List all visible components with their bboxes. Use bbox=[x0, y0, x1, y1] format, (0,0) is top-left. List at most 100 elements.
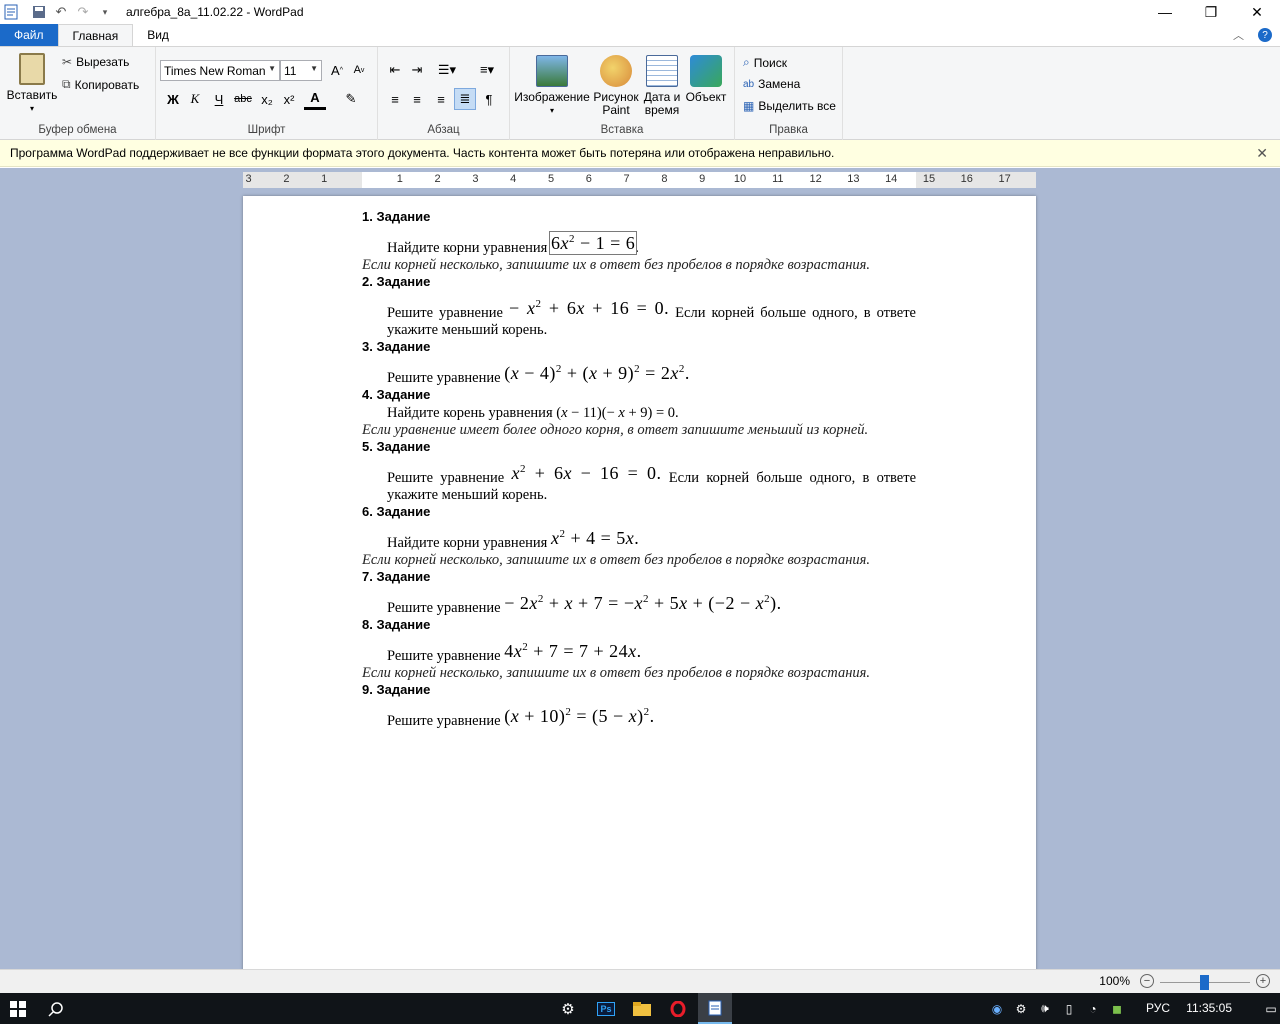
task-line: Найдите корень уравнения (x − 11)(− x + … bbox=[362, 405, 916, 422]
nvidia-tray-icon[interactable]: ◼ bbox=[1106, 993, 1128, 1024]
align-right-icon[interactable]: ≡ bbox=[430, 88, 452, 110]
settings-gear-icon[interactable]: ⚙ bbox=[552, 993, 584, 1024]
italic-button[interactable]: К bbox=[184, 88, 206, 110]
task-note: Если корней несколько, запишите их в отв… bbox=[362, 665, 871, 681]
zoom-slider[interactable]: − + bbox=[1140, 974, 1270, 990]
input-language[interactable]: РУС bbox=[1146, 1001, 1170, 1015]
decrease-indent-icon[interactable]: ⇤ bbox=[384, 59, 406, 81]
line-spacing-icon[interactable]: ≡▾ bbox=[470, 59, 504, 81]
font-family-select[interactable]: Times New Roman ▼ bbox=[160, 60, 280, 81]
insert-paint-button[interactable]: Рисунок Paint bbox=[592, 55, 640, 117]
bold-button[interactable]: Ж bbox=[162, 88, 184, 110]
insert-datetime-button[interactable]: Дата и время bbox=[640, 55, 684, 117]
bullets-icon[interactable]: ☰▾ bbox=[430, 59, 464, 81]
undo-icon[interactable]: ↶ bbox=[50, 1, 72, 23]
grow-font-icon[interactable]: A ^ bbox=[326, 59, 348, 81]
increase-indent-icon[interactable]: ⇥ bbox=[406, 59, 428, 81]
ruler-tick-label: 7 bbox=[623, 173, 630, 185]
clipboard-group-label: Буфер обмена bbox=[38, 124, 117, 136]
wordpad-taskbar-icon[interactable] bbox=[698, 993, 732, 1024]
battery-icon[interactable]: ▯ bbox=[1058, 993, 1080, 1024]
shrink-font-icon[interactable]: Av bbox=[348, 59, 370, 81]
close-icon[interactable]: ✕ bbox=[1234, 0, 1280, 24]
zoom-out-icon[interactable]: − bbox=[1140, 974, 1154, 988]
taskbar: ⚙ Ps ◉ ⚙ 🕪 ▯ ◔ ◼ РУС 11:35:05 ▭ bbox=[0, 993, 1280, 1024]
font-color-button[interactable]: A bbox=[304, 88, 326, 110]
font-size-value: 11 bbox=[284, 63, 297, 78]
paragraph-group-label: Абзац bbox=[427, 124, 460, 136]
insert-image-button[interactable]: Изображение ▾ bbox=[514, 55, 590, 117]
paint-palette-icon bbox=[600, 55, 632, 87]
replace-button[interactable]: ab Замена bbox=[743, 77, 800, 91]
wordpad-app-icon[interactable] bbox=[0, 1, 22, 23]
select-all-button[interactable]: ▦ Выделить все bbox=[743, 99, 836, 113]
redo-icon[interactable]: ↷ bbox=[72, 1, 94, 23]
subscript-button[interactable]: x₂ bbox=[256, 88, 278, 110]
network-icon[interactable]: ◔ bbox=[1082, 993, 1104, 1024]
tray-app-icon[interactable]: ⚙ bbox=[1010, 993, 1032, 1024]
tab-home[interactable]: Главная bbox=[57, 24, 134, 46]
restore-icon[interactable]: ❐ bbox=[1188, 0, 1234, 24]
justify-icon[interactable]: ≣ bbox=[454, 88, 476, 110]
highlight-icon[interactable]: ✎ bbox=[340, 88, 362, 110]
replace-icon: ab bbox=[743, 78, 755, 90]
superscript-button[interactable]: x² bbox=[278, 88, 300, 110]
binoculars-icon: ⌕ bbox=[743, 55, 750, 69]
search-icon[interactable] bbox=[40, 993, 72, 1024]
find-button[interactable]: ⌕ Поиск bbox=[743, 55, 787, 70]
opera-browser-icon[interactable] bbox=[662, 993, 694, 1024]
document-page[interactable]: 1. Задание Найдите корни уравнения 6x2 −… bbox=[243, 196, 1036, 969]
horizontal-ruler[interactable]: 3 2 1 1 2 3 4 5 6 7 8 9 10 11 12 13 14 15 16 17 bbox=[243, 172, 1036, 188]
ruler-tick-label: 1 bbox=[396, 173, 403, 185]
close-warning-icon[interactable]: ✕ bbox=[1256, 145, 1268, 162]
notifications-icon[interactable]: ▭ bbox=[1262, 993, 1280, 1024]
equation-object[interactable]: (x + 10)2 = (5 − x)2. bbox=[504, 706, 654, 726]
align-left-icon[interactable]: ≡ bbox=[384, 88, 406, 110]
volume-icon[interactable]: 🕪 bbox=[1034, 993, 1056, 1024]
copy-button[interactable]: ⧉ Копировать bbox=[62, 77, 139, 92]
steam-tray-icon[interactable]: ◉ bbox=[986, 993, 1008, 1024]
windows-start-icon[interactable] bbox=[0, 993, 36, 1024]
task-line: Решите уравнение (x − 4)2 + (x + 9)2 = 2… bbox=[362, 361, 916, 387]
task-text: Решите уравнение bbox=[387, 370, 501, 386]
paste-button[interactable]: Вставить ▾ bbox=[6, 53, 58, 115]
object-icon bbox=[690, 55, 722, 87]
paste-label: Вставить bbox=[6, 88, 58, 102]
minimize-icon[interactable]: — bbox=[1142, 0, 1188, 24]
strikethrough-button[interactable]: abc bbox=[232, 88, 254, 110]
insert-object-button[interactable]: Объект bbox=[684, 55, 728, 104]
document-body[interactable]: 1. Задание Найдите корни уравнения 6x2 −… bbox=[362, 209, 916, 730]
photoshop-icon[interactable]: Ps bbox=[590, 993, 622, 1024]
zoom-thumb[interactable] bbox=[1200, 975, 1209, 990]
help-icon[interactable]: ? bbox=[1258, 28, 1272, 42]
system-clock[interactable]: 11:35:05 bbox=[1186, 1001, 1232, 1015]
paragraph-group: ⇤ ⇥ ☰▾ ≡▾ ≡ ≡ ≡ ≣ ¶ Абзац bbox=[378, 47, 510, 140]
task-text: Найдите корни уравнения bbox=[387, 240, 548, 256]
document-workspace[interactable]: 3 2 1 1 2 3 4 5 6 7 8 9 10 11 12 13 14 15 16 17 1. Задание … bbox=[0, 168, 1280, 969]
paragraph-settings-icon[interactable]: ¶ bbox=[478, 88, 500, 110]
equation-object[interactable]: − 2x2 + x + 7 = −x2 + 5x + (−2 − x2). bbox=[504, 593, 781, 613]
collapse-ribbon-icon[interactable]: ︿ bbox=[1233, 27, 1244, 43]
ruler-tick-label: 2 bbox=[434, 173, 441, 185]
equation-object[interactable]: x2 + 6x − 16 = 0. bbox=[512, 463, 662, 483]
equation-object[interactable]: 4x2 + 7 = 7 + 24x. bbox=[504, 641, 641, 661]
customize-toolbar-icon[interactable]: ▾ bbox=[94, 1, 116, 23]
compatibility-warning-text: Программа WordPad поддерживает не все фу… bbox=[10, 146, 835, 160]
underline-button[interactable]: Ч bbox=[208, 88, 230, 110]
replace-label: Замена bbox=[758, 77, 801, 91]
zoom-in-icon[interactable]: + bbox=[1256, 974, 1270, 988]
cut-button[interactable]: ✂ Вырезать bbox=[62, 55, 129, 69]
save-icon[interactable] bbox=[28, 1, 50, 23]
tab-file[interactable]: Файл bbox=[0, 24, 58, 46]
clipboard-icon bbox=[19, 53, 45, 85]
equation-object[interactable]: 6x2 − 1 = 6 bbox=[548, 231, 638, 255]
equation-object[interactable]: − x2 + 6x + 16 = 0. bbox=[509, 298, 669, 318]
task-text: Найдите корень уравнения bbox=[387, 405, 553, 421]
font-size-select[interactable]: 11 ▼ bbox=[280, 60, 322, 81]
align-center-icon[interactable]: ≡ bbox=[406, 88, 428, 110]
tab-view[interactable]: Вид bbox=[133, 24, 183, 46]
calendar-clock-icon bbox=[646, 55, 678, 87]
file-explorer-icon[interactable] bbox=[626, 993, 658, 1024]
equation-object[interactable]: (x − 4)2 + (x + 9)2 = 2x2. bbox=[504, 363, 690, 383]
equation-object[interactable]: x2 + 4 = 5x. bbox=[551, 528, 639, 548]
